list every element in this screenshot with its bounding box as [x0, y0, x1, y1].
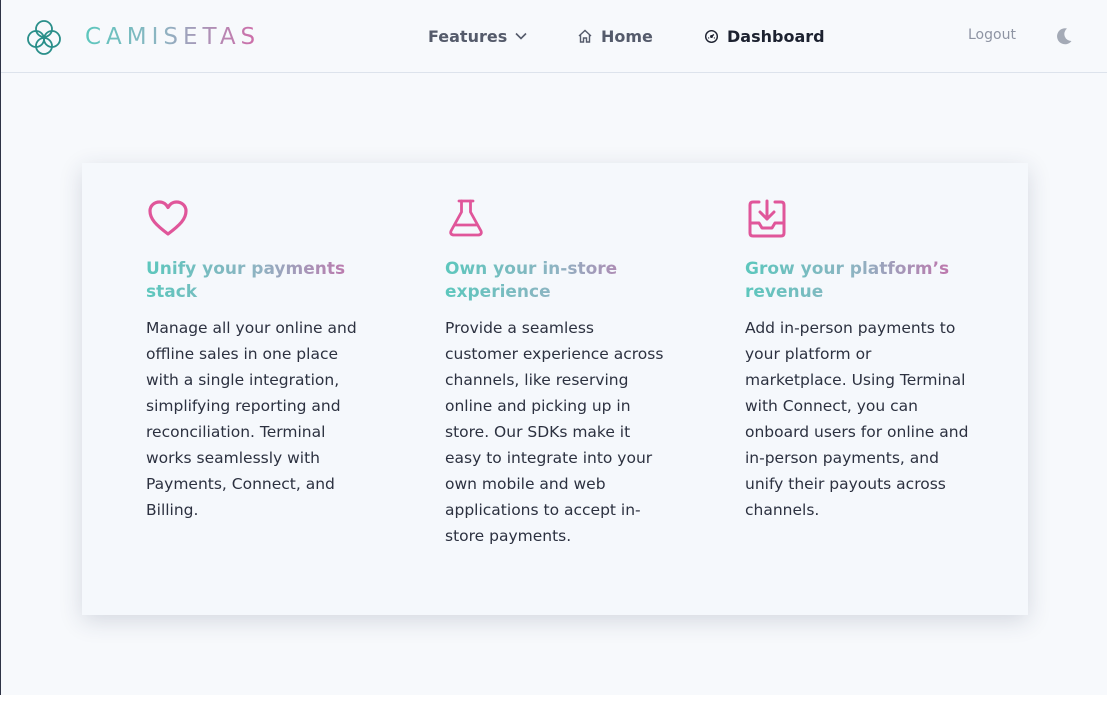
feature-title: Unify your payments stack	[146, 258, 371, 304]
page-frame: CAMISETAS Features Home Dashboard Logout	[0, 0, 1107, 695]
nav-home-label: Home	[601, 26, 653, 46]
theme-toggle-button[interactable]	[1054, 26, 1074, 46]
nav-dashboard-label: Dashboard	[727, 26, 825, 46]
inbox-download-icon	[748, 199, 786, 238]
features-card: Unify your payments stack Manage all you…	[82, 163, 1028, 615]
gauge-icon	[704, 29, 719, 44]
nav-features-label: Features	[428, 26, 508, 46]
nav-home[interactable]: Home	[577, 24, 653, 48]
brand[interactable]: CAMISETAS	[25, 18, 260, 56]
heart-icon	[148, 200, 188, 236]
nav-features[interactable]: Features	[428, 24, 527, 48]
logout-link[interactable]: Logout	[968, 27, 1016, 43]
feature-title: Own your in-store experience	[445, 258, 670, 304]
feature-description: Provide a seamless customer experience a…	[445, 319, 664, 545]
chevron-down-icon	[515, 32, 527, 40]
feature-title: Grow your platform’s revenue	[745, 258, 970, 304]
nav-dashboard[interactable]: Dashboard	[704, 24, 825, 48]
home-icon	[577, 28, 593, 44]
flower-logo-icon	[27, 20, 61, 55]
moon-icon	[1057, 28, 1072, 45]
top-navbar: CAMISETAS Features Home Dashboard Logout	[1, 0, 1107, 73]
brand-name: CAMISETAS	[85, 24, 261, 50]
flask-icon	[449, 199, 483, 237]
feature-description: Add in-person payments to your platform …	[745, 319, 969, 519]
feature-description: Manage all your online and offline sales…	[146, 319, 357, 519]
